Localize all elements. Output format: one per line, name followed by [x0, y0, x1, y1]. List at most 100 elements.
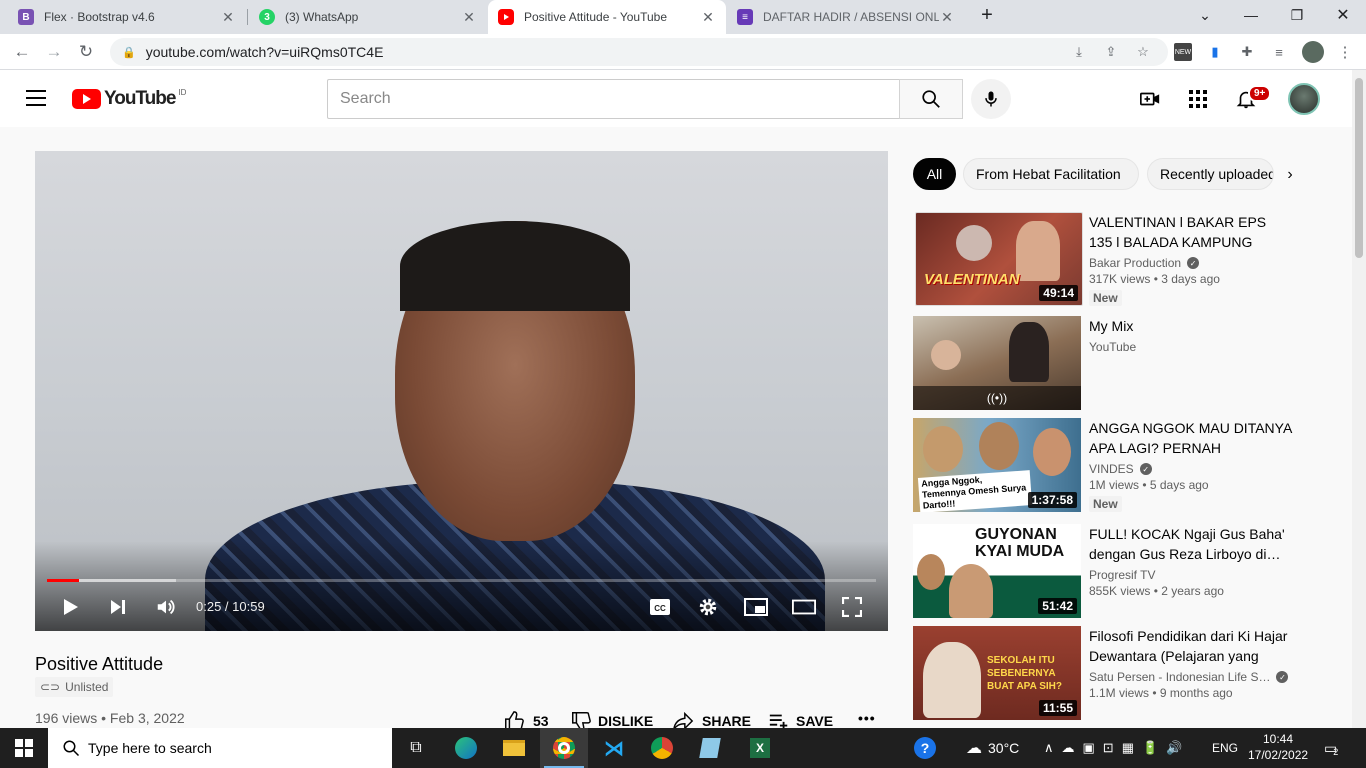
recommendation-item[interactable]: GUYONAN KYAI MUDA 51:42 FULL! KOCAK Ngaj… [913, 524, 1293, 620]
maximize-icon[interactable]: ❐ [1274, 0, 1320, 30]
play-icon[interactable] [58, 595, 82, 619]
search-button[interactable] [899, 79, 963, 119]
notification-count-badge: 9+ [1248, 85, 1272, 102]
language-indicator[interactable]: ENG [1212, 728, 1238, 768]
url-text: youtube.com/watch?v=uiRQms0TC4E [145, 44, 384, 60]
view-stats: 1M views • 5 days ago [1089, 478, 1209, 492]
thumbnail-figure [949, 564, 993, 618]
tab-bootstrap[interactable]: B Flex · Bootstrap v4.6 ✕ [8, 0, 246, 34]
tab-absensi[interactable]: ≡ DAFTAR HADIR / ABSENSI ONLIN ✕ [727, 0, 965, 34]
recommendation-title[interactable]: FULL! KOCAK Ngaji Gus Baha' dengan Gus R… [1089, 524, 1293, 564]
recommendation-item[interactable]: SEKOLAH ITU SEBENERNYA BUAT APA SIH? 11:… [913, 626, 1293, 722]
weather-temp: 30°C [988, 740, 1020, 756]
video-thumbnail[interactable]: GUYONAN KYAI MUDA 51:42 [913, 524, 1081, 618]
close-icon[interactable]: ✕ [700, 9, 716, 26]
channel-name[interactable]: Progresif TV [1089, 568, 1155, 582]
chrome-profile-icon[interactable] [638, 728, 686, 768]
file-explorer-icon[interactable] [490, 728, 538, 768]
new-tab-button[interactable]: + [970, 0, 1004, 30]
thumbnail-figure [1016, 221, 1060, 281]
channel-name[interactable]: Satu Persen - Indonesian Life S… [1089, 670, 1270, 684]
share-page-icon[interactable]: ⇪ [1102, 43, 1120, 61]
more-menu-icon[interactable]: ⋮ [1336, 43, 1354, 61]
recommendation-title[interactable]: My Mix [1089, 316, 1293, 336]
view-stats: 317K views • 3 days ago [1089, 272, 1220, 286]
more-actions-icon[interactable]: ••• [858, 710, 876, 726]
fullscreen-icon[interactable] [840, 595, 864, 619]
tab-youtube[interactable]: Positive Attitude - YouTube ✕ [488, 0, 726, 34]
extension-icon[interactable]: ▮ [1206, 43, 1224, 61]
close-icon[interactable]: ✕ [939, 9, 955, 26]
tab-title: DAFTAR HADIR / ABSENSI ONLIN [763, 10, 939, 24]
reload-icon[interactable]: ↻ [74, 40, 98, 64]
minimize-icon[interactable]: — [1228, 0, 1274, 30]
volume-icon[interactable] [154, 595, 178, 619]
create-video-icon[interactable] [1138, 87, 1162, 111]
edge-icon[interactable] [442, 728, 490, 768]
progress-bar[interactable] [47, 579, 876, 582]
window-close-icon[interactable]: ✕ [1320, 0, 1366, 30]
visibility-label: Unlisted [65, 680, 109, 694]
voice-search-button[interactable] [971, 79, 1011, 119]
recommendation-item[interactable]: ((•)) My Mix YouTube [913, 316, 1293, 412]
page-scrollbar[interactable] [1352, 70, 1366, 728]
apps-grid-icon[interactable] [1186, 87, 1210, 111]
youtube-logo[interactable]: YouTube ID [72, 88, 186, 110]
menu-icon[interactable] [26, 90, 46, 106]
channel-name[interactable]: VINDES [1089, 462, 1134, 476]
miniplayer-icon[interactable] [744, 595, 768, 619]
search-input[interactable]: Search [327, 79, 900, 119]
url-field[interactable]: 🔒 youtube.com/watch?v=uiRQms0TC4E [110, 38, 1168, 66]
profile-avatar-icon[interactable] [1302, 41, 1324, 63]
recommendation-title[interactable]: Filosofi Pendidikan dari Ki Hajar Dewant… [1089, 626, 1293, 666]
close-icon[interactable]: ✕ [220, 9, 236, 26]
video-player[interactable]: 0:25 / 10:59 CC [35, 151, 888, 631]
back-icon[interactable]: ← [10, 40, 34, 64]
channel-name[interactable]: YouTube [1089, 340, 1136, 354]
forward-icon[interactable]: → [42, 40, 66, 64]
video-thumbnail[interactable]: ((•)) [913, 316, 1081, 410]
windows-start-icon[interactable] [0, 728, 48, 768]
system-tray-icons[interactable]: ∧☁▣⊡▦🔋🔊 [1044, 728, 1190, 768]
chip-recently-uploaded[interactable]: Recently uploaded [1147, 158, 1274, 190]
captions-icon[interactable]: CC [648, 595, 672, 619]
help-icon[interactable]: ? [914, 728, 936, 768]
theater-mode-icon[interactable] [792, 595, 816, 619]
chevron-right-icon[interactable]: › [1280, 165, 1300, 185]
recommendation-title[interactable]: VALENTINAN l BAKAR EPS 135 l BALADA KAMP… [1089, 212, 1293, 252]
close-icon[interactable]: ✕ [461, 9, 477, 26]
scrollbar-thumb[interactable] [1355, 78, 1363, 258]
excel-icon[interactable]: X [736, 728, 784, 768]
next-icon[interactable] [106, 595, 130, 619]
view-stats: 1.1M views • 9 months ago [1089, 686, 1233, 700]
task-view-icon[interactable]: ⧉ [392, 728, 440, 768]
chip-from-channel[interactable]: From Hebat Facilitation [963, 158, 1139, 190]
bookmark-star-icon[interactable]: ☆ [1134, 43, 1152, 61]
video-thumbnail[interactable]: Angga Nggok, Temennya Omesh Surya Darto!… [913, 418, 1081, 512]
chip-all[interactable]: All [913, 158, 956, 190]
notification-center-icon[interactable]: ▭ 2 [1324, 728, 1338, 768]
recommendation-item[interactable]: Angga Nggok, Temennya Omesh Surya Darto!… [913, 418, 1293, 514]
tab-search-icon[interactable]: ⌄ [1182, 0, 1228, 30]
puzzle-extensions-icon[interactable]: ✚ [1238, 43, 1256, 61]
news-extension-icon[interactable]: NEW [1174, 43, 1192, 61]
video-thumbnail[interactable]: SEKOLAH ITU SEBENERNYA BUAT APA SIH? 11:… [913, 626, 1081, 720]
settings-gear-icon[interactable] [696, 595, 720, 619]
weather-widget[interactable]: ☁ 30°C [966, 728, 1019, 768]
vscode-icon[interactable]: ⋊ [590, 728, 638, 768]
taskbar-search-input[interactable]: Type here to search [48, 728, 392, 768]
tab-whatsapp[interactable]: 3 (3) WhatsApp ✕ [249, 0, 487, 34]
cloud-icon: ☁ [966, 740, 982, 757]
install-icon[interactable]: ⤓ [1070, 43, 1088, 61]
chrome-icon[interactable] [540, 728, 588, 768]
channel-name[interactable]: Bakar Production [1089, 256, 1181, 270]
youtube-icon [498, 9, 514, 25]
taskbar-clock[interactable]: 10:44 17/02/2022 [1248, 731, 1308, 763]
notepad-icon[interactable] [686, 728, 734, 768]
media-queue-icon[interactable]: ≡ [1270, 43, 1288, 61]
search-placeholder: Search [340, 90, 391, 107]
video-thumbnail[interactable]: VALENTINAN 49:14 [915, 212, 1083, 306]
recommendation-title[interactable]: ANGGA NGGOK MAU DITANYA APA LAGI? PERNAH… [1089, 418, 1293, 458]
account-avatar[interactable] [1288, 83, 1320, 115]
recommendation-item[interactable]: VALENTINAN 49:14 VALENTINAN l BAKAR EPS … [915, 212, 1295, 308]
